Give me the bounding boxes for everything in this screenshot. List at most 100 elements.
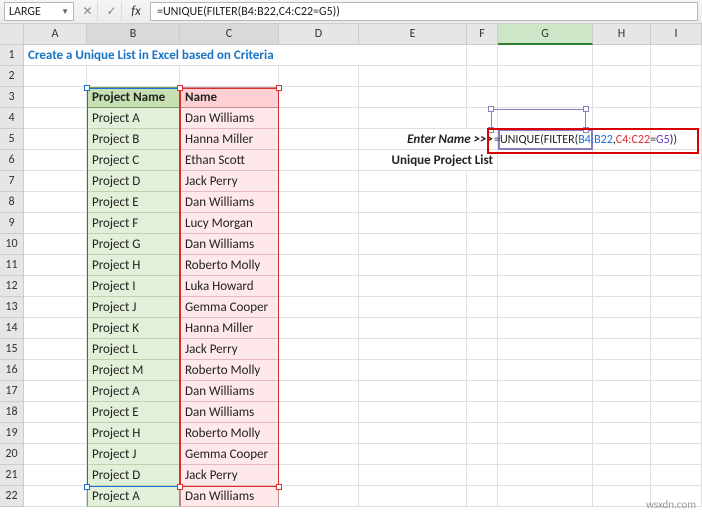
cell[interactable]: [359, 234, 467, 255]
row-header[interactable]: 5: [0, 129, 24, 150]
cell[interactable]: [593, 318, 651, 339]
table-cell-project[interactable]: Project M: [87, 360, 180, 381]
select-all-corner[interactable]: [0, 24, 24, 45]
cell[interactable]: [24, 150, 87, 171]
row-header[interactable]: 16: [0, 360, 24, 381]
cell[interactable]: [498, 423, 593, 444]
table-cell-project[interactable]: Project H: [87, 423, 180, 444]
cell[interactable]: [24, 318, 87, 339]
cell[interactable]: [593, 381, 651, 402]
table-cell-project[interactable]: Project F: [87, 213, 180, 234]
cell[interactable]: [593, 234, 651, 255]
cell[interactable]: [467, 339, 498, 360]
cell[interactable]: [467, 87, 498, 108]
cell[interactable]: [279, 486, 359, 507]
cell[interactable]: [498, 318, 593, 339]
table-cell-name[interactable]: Lucy Morgan: [180, 213, 279, 234]
cell[interactable]: [279, 108, 359, 129]
cell[interactable]: [24, 360, 87, 381]
table-cell-name[interactable]: Gemma Cooper: [180, 297, 279, 318]
cell[interactable]: [651, 423, 702, 444]
cell[interactable]: [279, 129, 359, 150]
row-header[interactable]: 12: [0, 276, 24, 297]
col-header[interactable]: E: [359, 24, 467, 45]
cell[interactable]: [651, 402, 702, 423]
cell[interactable]: [24, 423, 87, 444]
table-cell-project[interactable]: Project G: [87, 234, 180, 255]
table-cell-project[interactable]: Project D: [87, 171, 180, 192]
cell[interactable]: [651, 45, 702, 66]
cell[interactable]: [498, 339, 593, 360]
col-header[interactable]: H: [593, 24, 651, 45]
cell[interactable]: [467, 360, 498, 381]
table-cell-project[interactable]: Project A: [87, 381, 180, 402]
chevron-down-icon[interactable]: ▼: [61, 7, 69, 17]
cell[interactable]: [651, 297, 702, 318]
cell[interactable]: [24, 192, 87, 213]
cell[interactable]: [593, 87, 651, 108]
table-cell-name[interactable]: Gemma Cooper: [180, 444, 279, 465]
cell[interactable]: [651, 360, 702, 381]
cell[interactable]: [651, 87, 702, 108]
cell[interactable]: [593, 402, 651, 423]
table-cell-project[interactable]: Project D: [87, 465, 180, 486]
col-header[interactable]: B: [87, 24, 180, 45]
accept-icon[interactable]: ✓: [102, 2, 122, 21]
cell[interactable]: [467, 66, 498, 87]
cell[interactable]: [24, 129, 87, 150]
cell[interactable]: [651, 339, 702, 360]
table-cell-name[interactable]: Jack Perry: [180, 339, 279, 360]
table-cell-name[interactable]: Dan Williams: [180, 192, 279, 213]
cell[interactable]: [498, 360, 593, 381]
cell[interactable]: [467, 465, 498, 486]
cell[interactable]: [467, 318, 498, 339]
row-header[interactable]: 3: [0, 87, 24, 108]
table-cell-project[interactable]: Project H: [87, 255, 180, 276]
cell[interactable]: [24, 87, 87, 108]
name-box[interactable]: LARGE ▼: [4, 2, 74, 21]
cell[interactable]: [498, 108, 593, 129]
cell[interactable]: [359, 297, 467, 318]
cell[interactable]: [593, 360, 651, 381]
row-header[interactable]: 2: [0, 66, 24, 87]
cell[interactable]: [279, 192, 359, 213]
cell[interactable]: [593, 339, 651, 360]
cell[interactable]: [651, 108, 702, 129]
cell[interactable]: [498, 66, 593, 87]
row-header[interactable]: 10: [0, 234, 24, 255]
table-cell-name[interactable]: Hanna Miller: [180, 318, 279, 339]
cell[interactable]: [359, 423, 467, 444]
table-cell-name[interactable]: Hanna Miller: [180, 129, 279, 150]
cell[interactable]: [467, 171, 498, 192]
table-cell-name[interactable]: Dan Williams: [180, 402, 279, 423]
row-header[interactable]: 1: [0, 45, 24, 66]
row-header[interactable]: 17: [0, 381, 24, 402]
cell[interactable]: [593, 66, 651, 87]
table-cell-name[interactable]: Jack Perry: [180, 171, 279, 192]
cell[interactable]: [24, 465, 87, 486]
cell[interactable]: [467, 276, 498, 297]
cell[interactable]: [279, 381, 359, 402]
cell[interactable]: [279, 171, 359, 192]
cell[interactable]: [467, 108, 498, 129]
cell[interactable]: [279, 234, 359, 255]
cell[interactable]: [279, 276, 359, 297]
cell[interactable]: [24, 486, 87, 507]
cell[interactable]: [498, 234, 593, 255]
cell[interactable]: [593, 276, 651, 297]
cell[interactable]: [24, 444, 87, 465]
table-cell-project[interactable]: Project K: [87, 318, 180, 339]
cell[interactable]: [467, 402, 498, 423]
cell[interactable]: [593, 297, 651, 318]
table-cell-name[interactable]: Roberto Molly: [180, 255, 279, 276]
cell[interactable]: [651, 381, 702, 402]
table-cell-project[interactable]: Project C: [87, 150, 180, 171]
cell[interactable]: [359, 255, 467, 276]
table-cell-name[interactable]: Roberto Molly: [180, 360, 279, 381]
cell[interactable]: [593, 171, 651, 192]
cell[interactable]: [651, 276, 702, 297]
row-header[interactable]: 22: [0, 486, 24, 507]
cell[interactable]: [651, 465, 702, 486]
cell[interactable]: [359, 339, 467, 360]
cell[interactable]: [593, 108, 651, 129]
